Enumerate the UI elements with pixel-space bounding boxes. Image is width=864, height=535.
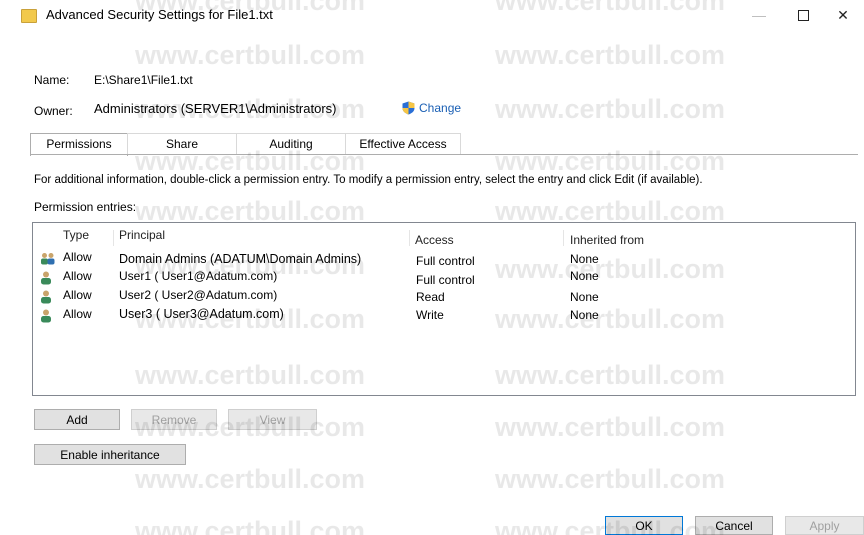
user-icon: [41, 271, 51, 285]
owner-value: Administrators (SERVER1\Administrators): [94, 101, 337, 116]
watermark-text: www.certbull.com: [495, 146, 726, 176]
name-label: Name:: [34, 73, 70, 87]
column-principal[interactable]: Principal: [119, 228, 165, 242]
add-button[interactable]: Add: [34, 409, 120, 430]
ok-button[interactable]: OK: [605, 516, 683, 535]
close-icon: ✕: [837, 6, 849, 23]
change-link-text[interactable]: Change: [419, 101, 461, 115]
security-settings-window: Advanced Security Settings for File1.txt…: [0, 0, 864, 535]
watermark-text: www.certbull.com: [135, 516, 366, 535]
tab-strip: Permissions Share Auditing Effective Acc…: [30, 133, 461, 156]
info-text: For additional information, double-click…: [34, 174, 703, 186]
name-value: E:\Share1\File1.txt: [94, 73, 193, 87]
watermark-text: www.certbull.com: [135, 464, 366, 494]
change-owner-link[interactable]: Change: [402, 101, 461, 115]
group-icon: [41, 253, 55, 265]
enable-inheritance-button[interactable]: Enable inheritance: [34, 444, 186, 465]
entry-access: Full control: [416, 273, 475, 287]
column-divider: [563, 230, 564, 246]
watermark-text: www.certbull.com: [495, 464, 726, 494]
file-icon: [21, 9, 37, 23]
column-inherited-from[interactable]: Inherited from: [570, 233, 644, 247]
table-row[interactable]: Allow User2 ( User2@Adatum.com) Read Non…: [33, 288, 853, 306]
remove-button[interactable]: Remove: [131, 409, 217, 430]
watermark-text: www.certbull.com: [495, 94, 726, 124]
entry-access: Full control: [416, 254, 475, 268]
tab-divider: [30, 154, 858, 155]
entry-access: Write: [416, 308, 444, 322]
entry-type: Allow: [63, 307, 92, 321]
entry-inherited: None: [570, 308, 599, 322]
column-access[interactable]: Access: [415, 233, 454, 247]
window-title: Advanced Security Settings for File1.txt: [46, 7, 273, 22]
entry-type: Allow: [63, 288, 92, 302]
view-button[interactable]: View: [228, 409, 317, 430]
uac-shield-icon: [402, 101, 415, 115]
permission-entries-list[interactable]: Type Principal Access Inherited from All…: [32, 222, 856, 396]
cancel-button[interactable]: Cancel: [695, 516, 773, 535]
entry-principal: User1 ( User1@Adatum.com): [119, 269, 278, 283]
entry-type: Allow: [63, 250, 92, 264]
close-button[interactable]: ✕: [820, 0, 864, 30]
minimize-button[interactable]: —: [736, 0, 782, 30]
list-header: Type Principal Access Inherited from: [33, 228, 853, 247]
tab-share[interactable]: Share: [127, 133, 237, 154]
apply-button[interactable]: Apply: [785, 516, 864, 535]
table-row[interactable]: Allow User3 ( User3@Adatum.com) Write No…: [33, 307, 853, 325]
entry-type: Allow: [63, 269, 92, 283]
title-bar: Advanced Security Settings for File1.txt…: [0, 0, 864, 30]
entry-principal: User2 ( User2@Adatum.com): [119, 288, 278, 302]
minimize-icon: —: [752, 7, 766, 23]
tab-permissions[interactable]: Permissions: [30, 133, 128, 156]
entry-inherited: None: [570, 290, 599, 304]
table-row[interactable]: Allow User1 ( User1@Adatum.com) Full con…: [33, 269, 853, 287]
owner-label: Owner:: [34, 104, 73, 118]
entry-principal: User3 ( User3@Adatum.com): [119, 307, 284, 321]
entry-access: Read: [416, 290, 445, 304]
permission-entries-label: Permission entries:: [34, 200, 137, 214]
column-type[interactable]: Type: [63, 228, 89, 242]
entry-inherited: None: [570, 252, 599, 266]
tab-effective-access[interactable]: Effective Access: [345, 133, 461, 154]
watermark-text: www.certbull.com: [135, 40, 366, 70]
maximize-icon: [797, 9, 809, 21]
table-row[interactable]: Allow Domain Admins (ADATUM\Domain Admin…: [33, 250, 853, 268]
watermark-text: www.certbull.com: [495, 412, 726, 442]
watermark-text: www.certbull.com: [495, 40, 726, 70]
entry-principal: Domain Admins (ADATUM\Domain Admins): [119, 252, 362, 266]
user-icon: [41, 290, 51, 304]
column-divider: [409, 230, 410, 246]
user-icon: [41, 309, 51, 323]
tab-auditing[interactable]: Auditing: [236, 133, 346, 154]
column-divider: [113, 230, 114, 246]
entry-inherited: None: [570, 269, 599, 283]
